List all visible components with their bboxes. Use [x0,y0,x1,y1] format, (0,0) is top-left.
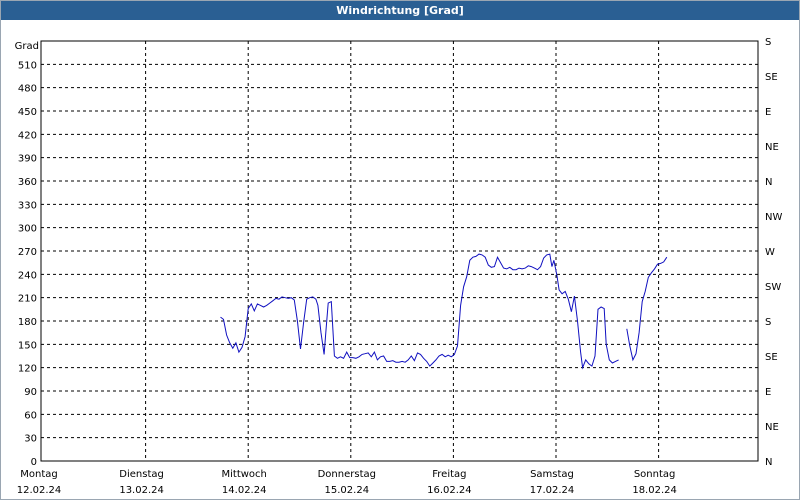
y-tick-label: 270 [18,247,37,258]
x-tick-day: Sonntag [634,469,676,480]
direction-tick-label: E [765,107,771,118]
x-axis-ticks: Montag 12.02.24 Dienstag 13.02.24 Mittwoch 14… [17,469,677,496]
direction-tick-label: NW [765,212,782,223]
line-chart: 0 30 60 90 120 150 180 210 240 270 300 330 360 390 420… [15,37,783,496]
y-tick-label: 450 [18,107,37,118]
x-tick-date: 14.02.24 [222,485,267,496]
y-tick-label: 180 [18,317,37,328]
y-tick-label: 60 [24,410,37,421]
x-tick-day: Mittwoch [222,469,267,480]
y-tick-label: 120 [18,364,37,375]
x-tick-day: Samstag [530,469,574,480]
grid-lines [41,41,758,461]
plot-area [40,40,759,462]
x-tick-date: 12.02.24 [17,485,62,496]
series-line [220,253,619,370]
direction-tick-label: NE [765,422,779,433]
y-tick-label: 330 [18,200,37,211]
y-tick-label: 300 [18,224,37,235]
y-axis-ticks: 0 30 60 90 120 150 180 210 240 270 300 330 360 390 420… [18,60,37,468]
x-tick-day: Montag [20,469,57,480]
x-tick-date: 16.02.24 [427,485,472,496]
direction-tick-label: NE [765,142,779,153]
direction-tick-label: N [765,457,772,468]
y-tick-label: 150 [18,340,37,351]
direction-tick-label: E [765,387,771,398]
y-tick-label: 30 [24,434,37,445]
y-tick-label: 420 [18,130,37,141]
direction-tick-label: N [765,177,772,188]
direction-tick-label: SE [765,72,778,83]
direction-tick-label: S [765,37,771,48]
x-tick-date: 15.02.24 [325,485,370,496]
y-tick-label: 360 [18,177,37,188]
y-tick-label: 0 [31,457,37,468]
y-tick-label: 210 [18,294,37,305]
y-tick-label: 510 [18,60,37,71]
direction-tick-label: SW [765,282,781,293]
direction-tick-label: S [765,317,771,328]
y-axis-label: Grad [15,41,39,52]
y-tick-label: 90 [24,387,37,398]
x-tick-date: 13.02.24 [119,485,164,496]
x-tick-day: Donnerstag [318,469,376,480]
x-tick-date: 18.02.24 [632,485,677,496]
y-tick-label: 480 [18,84,37,95]
direction-axis-ticks: N NE E SE S SW W NW N NE E SE S [765,37,782,468]
y-tick-label: 390 [18,154,37,165]
x-tick-day: Freitag [432,469,466,480]
direction-tick-label: SE [765,352,778,363]
x-tick-date: 17.02.24 [530,485,575,496]
x-tick-day: Dienstag [119,469,164,480]
series-windrichtung [220,253,668,370]
y-tick-label: 240 [18,270,37,281]
direction-tick-label: W [765,247,775,258]
chart-window: Windrichtung [Grad] 0 30 60 90 120 150 180 210 2… [0,0,800,500]
